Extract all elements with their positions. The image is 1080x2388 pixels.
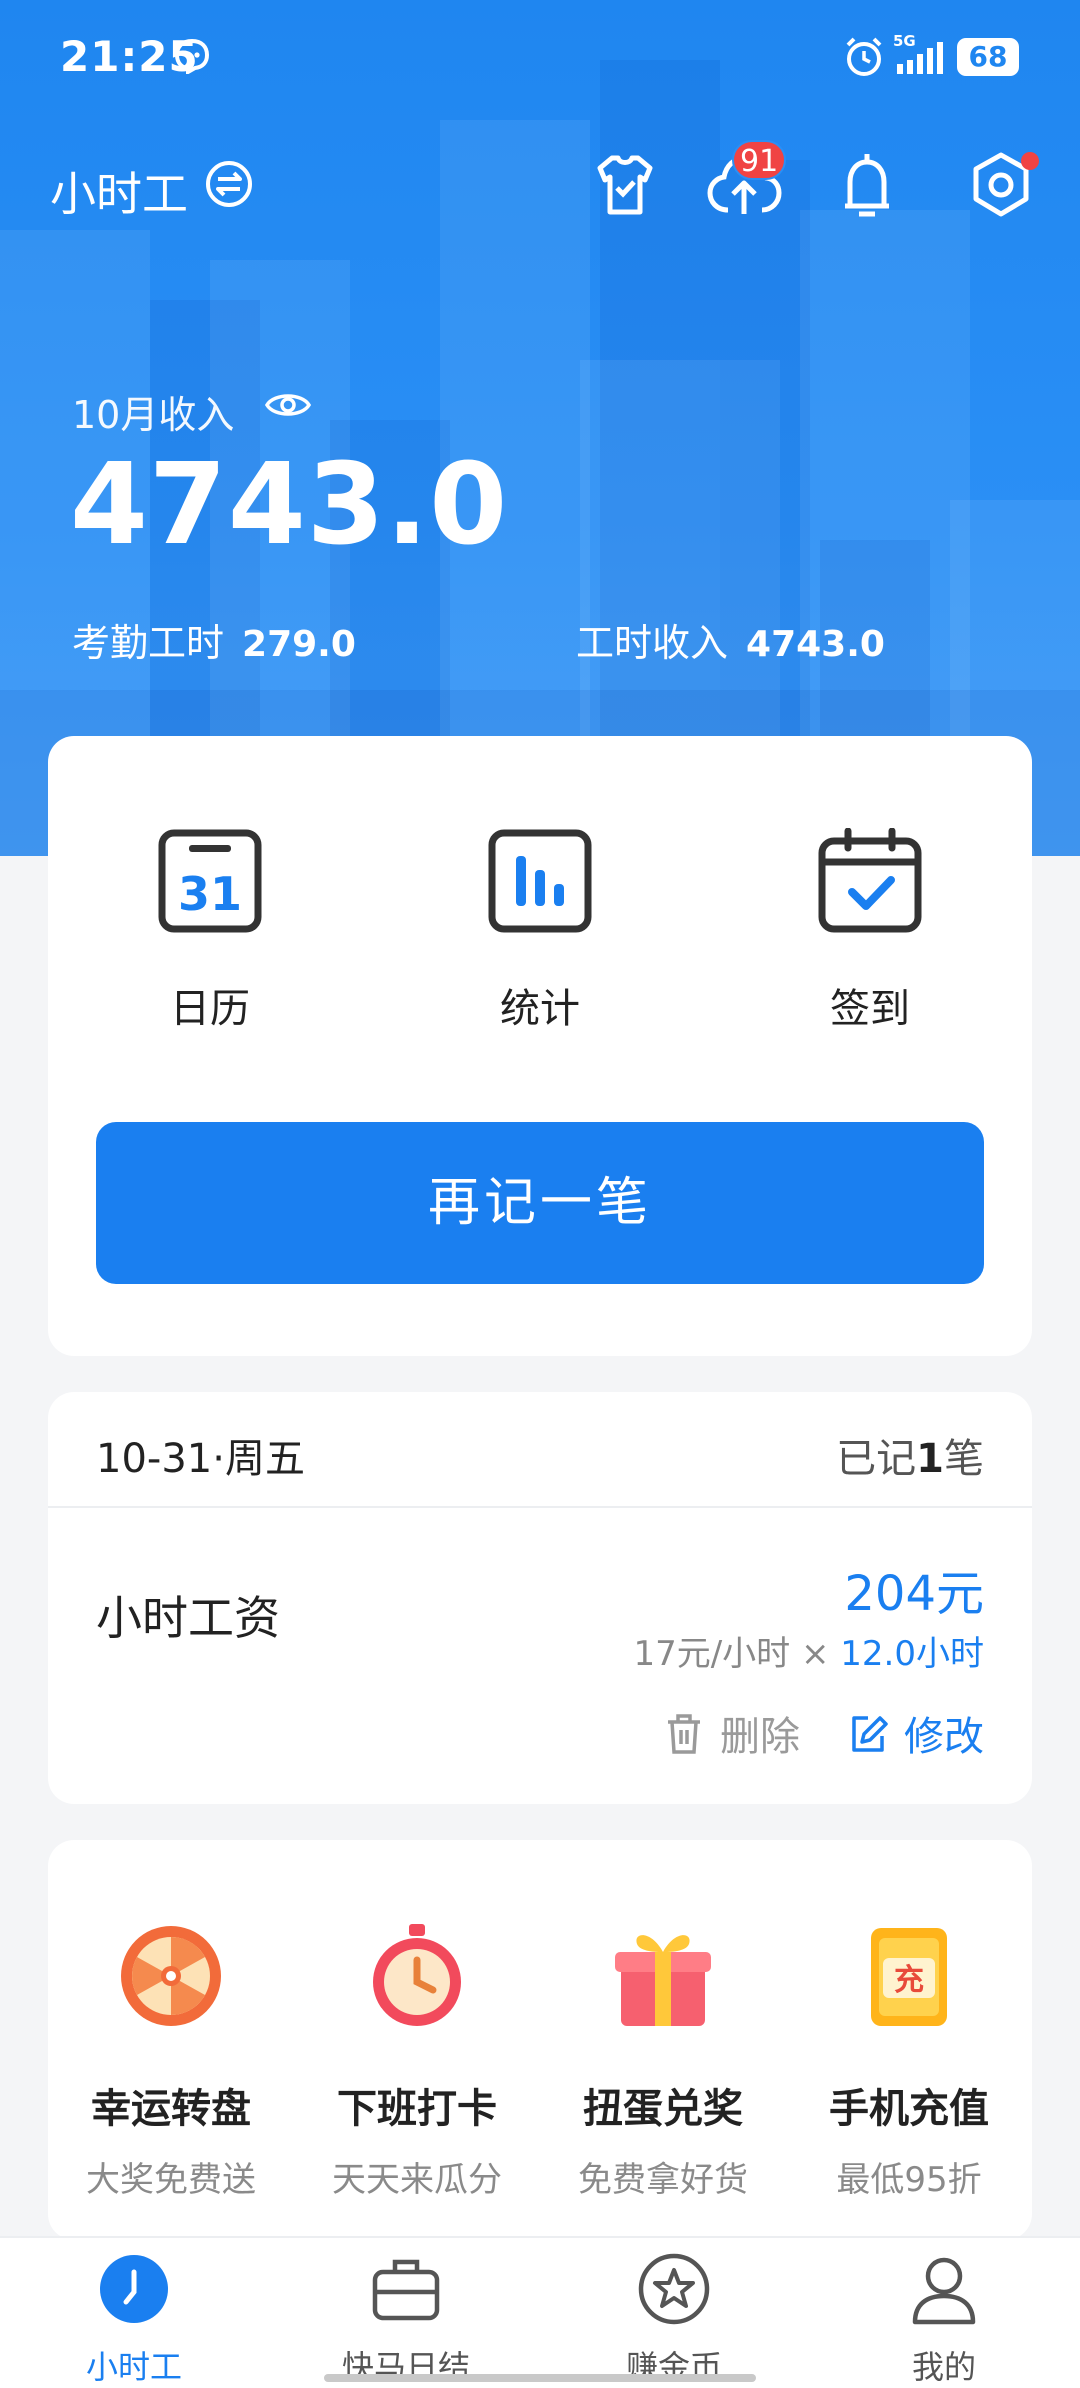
check-in-label: 签到 — [830, 986, 910, 1032]
lucky-wheel-icon — [121, 1926, 221, 2026]
calendar-action[interactable]: 31 日历 — [110, 828, 310, 1034]
bar-chart-icon — [488, 829, 592, 933]
clock-icon — [100, 2255, 168, 2323]
hours-income-value: 4743.0 — [746, 624, 885, 665]
edit-icon — [852, 1716, 888, 1752]
record-header: 10-31·周五 已记1笔 — [48, 1392, 1032, 1508]
record-name: 小时工资 — [96, 1591, 280, 1645]
promo-title: 幸运转盘 — [91, 2086, 251, 2132]
upload-count-badge: 91 — [732, 140, 787, 180]
add-record-button[interactable]: 再记一笔 — [96, 1122, 984, 1284]
tab-me[interactable]: 我的 — [834, 2252, 1054, 2388]
edit-button[interactable]: 修改 — [848, 1704, 984, 1762]
bottom-tab-bar: 小时工 快马日结 赚金币 我的 — [0, 2236, 1080, 2388]
battery-icon: 68 — [957, 38, 1019, 76]
quick-actions-card: 31 日历 统计 签到 再记一笔 — [48, 736, 1032, 1356]
calendar-icon: 31 — [158, 829, 262, 933]
signal-5g-icon: 5G — [893, 32, 943, 74]
tab-label: 小时工 — [85, 2348, 182, 2386]
promo-gacha[interactable]: 扭蛋兑奖 免费拿好货 — [540, 1920, 786, 2201]
delete-button[interactable]: 删除 — [664, 1704, 800, 1762]
check-in-action[interactable]: 签到 — [770, 828, 970, 1034]
promo-title: 手机充值 — [829, 2086, 989, 2132]
promo-subtitle: 大奖免费送 — [86, 2160, 256, 2200]
income-label: 10月收入 — [72, 393, 235, 437]
daily-record-card: 10-31·周五 已记1笔 小时工资 204元 17元/小时 × 12.0小时 … — [48, 1392, 1032, 1804]
record-total: 204元 — [844, 1566, 984, 1622]
statistics-action[interactable]: 统计 — [440, 828, 640, 1034]
tab-label: 我的 — [911, 2348, 976, 2386]
attendance-label: 考勤工时 — [72, 621, 225, 665]
calendar-day: 31 — [178, 867, 242, 921]
income-amount: 4743.0 — [70, 440, 509, 570]
attendance-value: 279.0 — [242, 624, 356, 665]
hours-income: 工时收入 4743.0 — [576, 612, 885, 667]
settings-notification-dot — [1021, 152, 1039, 170]
record-calculation: 17元/小时 × 12.0小时 — [633, 1634, 984, 1674]
briefcase-icon — [372, 2259, 440, 2321]
promo-subtitle: 最低95折 — [836, 2160, 982, 2200]
promo-title: 扭蛋兑奖 — [583, 2086, 743, 2132]
app-bar: 小时工 91 — [0, 140, 1080, 236]
switch-icon[interactable] — [204, 159, 254, 209]
hours-income-label: 工时收入 — [576, 621, 729, 665]
statistics-label: 统计 — [500, 986, 580, 1032]
promo-subtitle: 天天来瓜分 — [332, 2160, 502, 2200]
recharge-card-icon: 充 — [871, 1928, 947, 2026]
attendance-hours: 考勤工时 279.0 — [72, 612, 356, 667]
alarm-icon — [846, 37, 882, 76]
promo-phone-recharge[interactable]: 充 手机充值 最低95折 — [786, 1920, 1032, 2201]
tab-earn-coins[interactable]: 赚金币 — [564, 2252, 784, 2388]
eye-icon[interactable] — [264, 388, 312, 422]
home-indicator — [324, 2374, 756, 2382]
stopwatch-icon — [373, 1924, 461, 2026]
trash-icon — [668, 1714, 700, 1754]
message-icon — [174, 38, 210, 74]
record-date: 10-31·周五 — [96, 1436, 305, 1482]
promo-clock-out[interactable]: 下班打卡 天天来瓜分 — [294, 1920, 540, 2201]
network-type: 5G — [893, 32, 916, 50]
recharge-card-text: 充 — [894, 1963, 924, 1998]
shirt-icon[interactable] — [590, 148, 660, 222]
calendar-label: 日历 — [170, 986, 250, 1032]
person-icon — [912, 2257, 976, 2325]
status-bar: 21:25 5G 68 — [0, 0, 1080, 118]
tab-hourly-work[interactable]: 小时工 — [24, 2252, 244, 2388]
promo-card: 幸运转盘 大奖免费送 下班打卡 天天来瓜分 扭蛋兑奖 免费拿好货 充 手机充值 … — [48, 1840, 1032, 2240]
gift-box-icon — [615, 1935, 711, 2026]
app-title[interactable]: 小时工 — [50, 158, 188, 224]
coin-star-icon — [638, 2253, 710, 2325]
promo-lucky-wheel[interactable]: 幸运转盘 大奖免费送 — [48, 1920, 294, 2201]
promo-title: 下班打卡 — [337, 2086, 497, 2132]
bell-icon[interactable] — [832, 148, 902, 222]
record-count: 已记1笔 — [836, 1436, 984, 1482]
check-in-icon — [818, 828, 922, 933]
promo-subtitle: 免费拿好货 — [578, 2160, 748, 2200]
tab-daily-pay[interactable]: 快马日结 — [296, 2252, 516, 2388]
